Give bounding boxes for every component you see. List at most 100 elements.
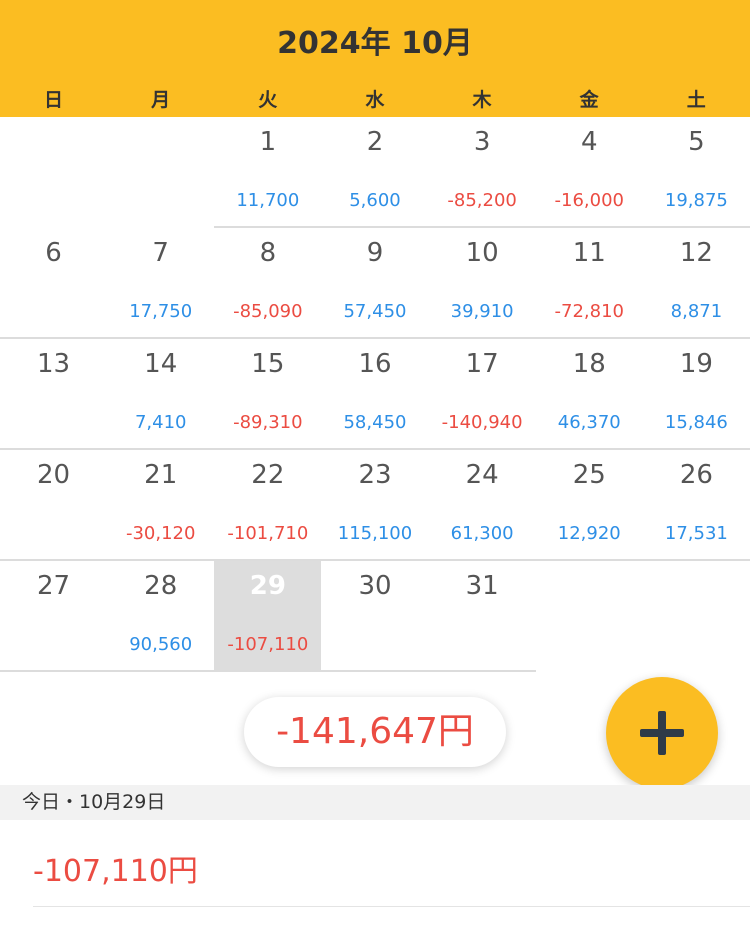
day-amount: 15,846 (664, 412, 728, 433)
month-title[interactable]: 2024年 10月 (0, 18, 750, 62)
day-number: 8 (259, 238, 277, 268)
empty-day-cell (643, 561, 750, 672)
plus-icon (640, 711, 684, 755)
day-number: 30 (358, 571, 392, 601)
day-cell[interactable]: 24 61,300 (428, 450, 536, 561)
day-cell[interactable]: 9 57,450 (321, 228, 429, 339)
day-number: 26 (679, 460, 713, 490)
day-cell[interactable]: 11 -72,810 (535, 228, 643, 339)
day-number: 21 (144, 460, 178, 490)
day-cell[interactable]: 28 90,560 (107, 561, 215, 672)
day-amount: -85,090 (233, 301, 303, 322)
day-amount: -140,940 (441, 412, 523, 433)
day-amount: 7,410 (134, 412, 187, 433)
day-cell[interactable]: 22 -101,710 (214, 450, 322, 561)
day-number: 11 (572, 238, 606, 268)
day-number: 4 (580, 127, 598, 157)
day-cell[interactable]: 10 39,910 (428, 228, 536, 339)
day-number: 23 (358, 460, 392, 490)
day-cell[interactable]: 13 (0, 339, 108, 450)
day-cell[interactable]: 7 17,750 (107, 228, 215, 339)
weekday-label: 土 (686, 89, 706, 111)
day-number: 22 (251, 460, 285, 490)
day-number: 1 (259, 127, 277, 157)
day-amount: 12,920 (557, 523, 621, 544)
day-amount: 58,450 (343, 412, 407, 433)
day-cell[interactable]: 16 58,450 (321, 339, 429, 450)
day-cell[interactable]: 30 (321, 561, 429, 672)
day-cell[interactable]: 14 7,410 (107, 339, 215, 450)
day-amount: 46,370 (557, 412, 621, 433)
day-amount: -16,000 (554, 190, 624, 211)
day-number: 12 (679, 238, 713, 268)
day-amount: 90,560 (129, 634, 193, 655)
day-amount: 39,910 (450, 301, 514, 322)
day-number: 7 (152, 238, 169, 268)
day-cell[interactable]: 20 (0, 450, 108, 561)
day-amount: 115,100 (337, 523, 413, 544)
day-cell-today[interactable]: 29 -107,110 (214, 561, 322, 672)
day-amount: -107,110 (227, 634, 309, 655)
day-amount: 8,871 (670, 301, 723, 322)
day-cell[interactable]: 4 -16,000 (535, 117, 643, 228)
day-cell[interactable]: 18 46,370 (535, 339, 643, 450)
add-entry-button[interactable] (606, 677, 718, 789)
day-cell[interactable]: 8 -85,090 (214, 228, 322, 339)
day-number: 28 (144, 571, 178, 601)
day-amount: -101,710 (227, 523, 309, 544)
day-cell[interactable]: 26 17,531 (642, 450, 750, 561)
calendar-header: 2024年 10月 日 月 火 水 木 金 土 (0, 0, 750, 117)
weekday-label: 金 (579, 89, 599, 111)
day-number: 3 (473, 127, 491, 157)
day-cell[interactable]: 21 -30,120 (107, 450, 215, 561)
day-number: 31 (465, 571, 499, 601)
empty-day-cell (536, 561, 643, 672)
weekday-label: 日 (44, 89, 64, 111)
entry-list-item[interactable]: -107,110円 (0, 820, 750, 908)
day-cell[interactable]: 3 -85,200 (428, 117, 536, 228)
day-amount: 17,750 (129, 301, 193, 322)
day-number: 20 (37, 460, 71, 490)
day-cell[interactable]: 2 5,600 (321, 117, 429, 228)
empty-day-cell (0, 117, 107, 228)
day-cell[interactable]: 25 12,920 (535, 450, 643, 561)
day-cell[interactable]: 1 11,700 (214, 117, 322, 228)
day-number: 17 (465, 349, 499, 379)
day-amount: 11,700 (236, 190, 300, 211)
day-amount: -85,200 (447, 190, 517, 211)
day-number: 5 (688, 127, 705, 157)
day-cell[interactable]: 27 (0, 561, 108, 672)
day-amount: 5,600 (349, 190, 401, 211)
day-cell[interactable]: 15 -89,310 (214, 339, 322, 450)
day-cell[interactable]: 5 19,875 (642, 117, 750, 228)
day-number: 19 (679, 349, 713, 379)
entry-divider (33, 906, 750, 907)
day-cell[interactable]: 31 (428, 561, 536, 672)
day-number: 16 (358, 349, 392, 379)
today-section-header: 今日・10月29日 (0, 785, 750, 820)
entry-amount: -107,110円 (33, 854, 198, 889)
day-number: 2 (366, 127, 384, 157)
day-number: 9 (366, 238, 384, 268)
day-amount: -30,120 (125, 523, 196, 544)
day-amount: 57,450 (343, 301, 407, 322)
weekday-label: 月 (151, 89, 171, 111)
day-cell[interactable]: 19 15,846 (642, 339, 750, 450)
day-cell[interactable]: 6 (0, 228, 108, 339)
day-amount: 61,300 (450, 523, 514, 544)
weekday-label: 火 (258, 89, 278, 111)
weekday-label: 木 (472, 89, 492, 111)
day-number: 13 (37, 349, 71, 379)
day-cell[interactable]: 17 -140,940 (428, 339, 536, 450)
day-number: 29 (249, 571, 286, 601)
day-amount: -72,810 (554, 301, 624, 322)
day-amount: 19,875 (664, 190, 728, 211)
day-cell[interactable]: 23 115,100 (321, 450, 429, 561)
day-number: 25 (572, 460, 606, 490)
day-number: 6 (45, 238, 62, 268)
weekday-label: 水 (365, 89, 385, 111)
weekday-row: 日月火水木金土 (0, 86, 750, 114)
calendar-grid: 1 11,700 2 5,600 3 -85,200 4 -16,000 5 19,875 6 7 17… (0, 117, 750, 672)
day-number: 14 (144, 349, 178, 379)
day-cell[interactable]: 12 8,871 (642, 228, 750, 339)
